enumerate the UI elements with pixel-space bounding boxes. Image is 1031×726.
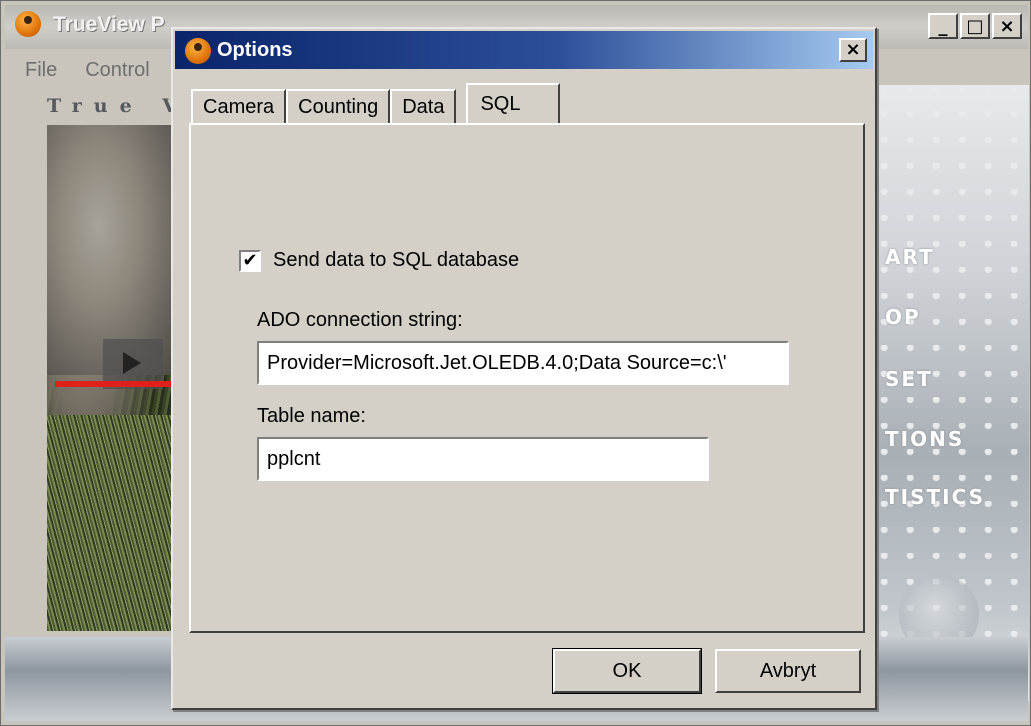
- tab-camera[interactable]: Camera: [191, 89, 287, 123]
- ado-connection-label: ADO connection string:: [257, 309, 463, 331]
- counting-line: [55, 381, 177, 387]
- ado-connection-input[interactable]: Provider=Microsoft.Jet.OLEDB.4.0;Data So…: [257, 341, 789, 385]
- send-sql-checkbox-row[interactable]: ✔ Send data to SQL database: [239, 249, 519, 272]
- tab-counting[interactable]: Counting: [286, 89, 391, 123]
- menu-bar: File Control: [5, 53, 150, 87]
- dialog-close-button[interactable]: ×: [839, 38, 867, 62]
- table-name-input[interactable]: pplcnt: [257, 437, 709, 481]
- side-button-start[interactable]: ART: [885, 245, 935, 269]
- ok-button[interactable]: OK: [552, 648, 702, 694]
- video-preview: [47, 125, 177, 631]
- dialog-title: Options: [217, 39, 293, 61]
- table-name-label: Table name:: [257, 405, 366, 427]
- options-dialog: Options × Camera Counting Data SQL ✔ Sen…: [171, 27, 877, 710]
- menu-file[interactable]: File: [25, 59, 57, 82]
- video-rock: [47, 125, 177, 375]
- side-button-options[interactable]: TIONS: [885, 427, 964, 451]
- dialog-title-bar: Options ×: [175, 31, 873, 69]
- sql-tab-panel: ✔ Send data to SQL database ADO connecti…: [189, 123, 865, 633]
- close-button[interactable]: ×: [992, 13, 1022, 39]
- send-sql-label: Send data to SQL database: [273, 249, 520, 271]
- maximize-button[interactable]: □: [960, 13, 990, 39]
- window-controls: _ □ ×: [928, 13, 1022, 39]
- minimize-button[interactable]: _: [928, 13, 958, 39]
- send-sql-checkbox[interactable]: ✔: [239, 249, 261, 272]
- brand-logo-text: True V: [47, 95, 190, 117]
- side-button-reset[interactable]: SET: [885, 367, 933, 391]
- tab-sql[interactable]: SQL: [466, 83, 561, 123]
- side-button-statistics[interactable]: TISTICS: [885, 485, 985, 509]
- video-grass: [47, 415, 177, 631]
- side-control-panel: ART OP SET TIONS TISTICS avatos: [879, 85, 1029, 701]
- menu-control[interactable]: Control: [85, 59, 149, 82]
- side-button-stop[interactable]: OP: [885, 305, 921, 329]
- play-icon: [123, 352, 141, 374]
- app-icon: [15, 11, 41, 37]
- cancel-button[interactable]: Avbryt: [715, 649, 861, 693]
- dialog-app-icon: [185, 38, 211, 64]
- main-window-title: TrueView P: [53, 13, 165, 36]
- tab-data[interactable]: Data: [390, 89, 457, 123]
- tab-strip: Camera Counting Data SQL: [191, 83, 561, 123]
